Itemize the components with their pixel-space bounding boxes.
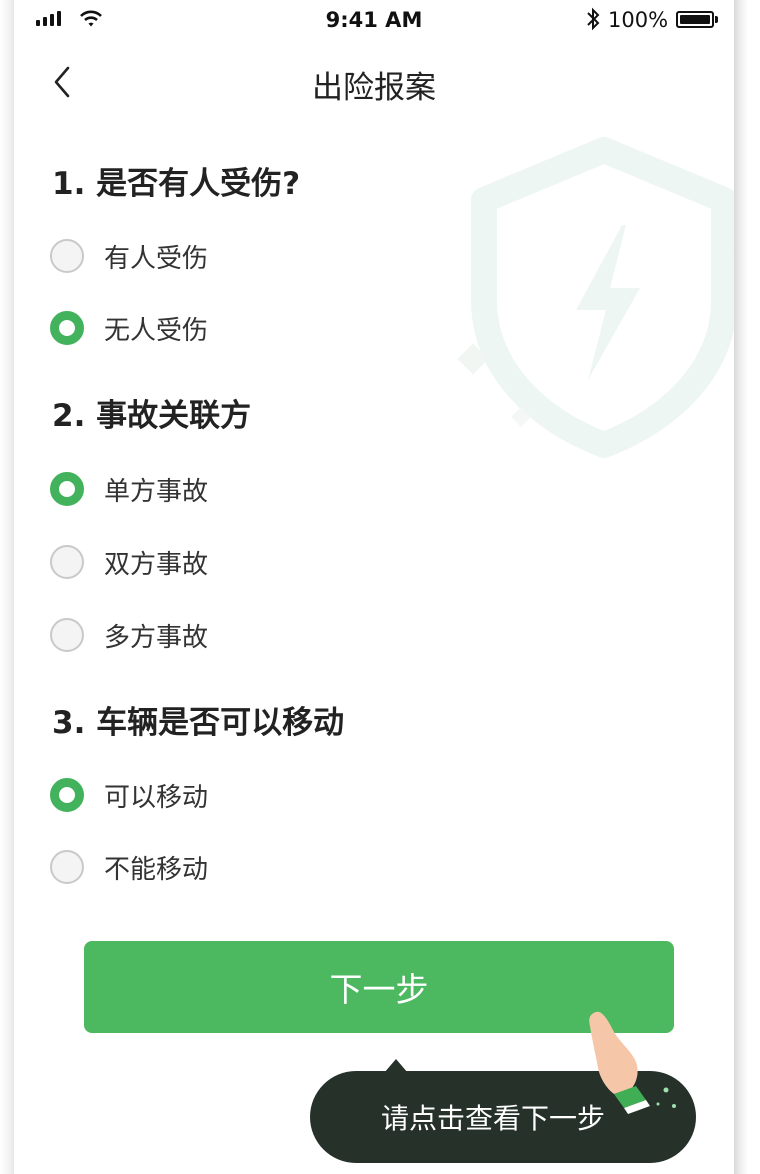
option-movable[interactable]: 可以移动 <box>50 773 208 817</box>
option-label: 不能移动 <box>104 854 209 885</box>
option-no-injury[interactable]: 无人受伤 <box>50 306 208 350</box>
navigation-bar: 出险报案 <box>14 50 734 114</box>
radio-unchecked-icon[interactable] <box>50 239 84 273</box>
option-single-party[interactable]: 单方事故 <box>50 467 208 511</box>
shield-watermark-icon <box>457 137 734 458</box>
pointing-hand-icon <box>589 1011 676 1114</box>
option-label: 多方事故 <box>104 622 209 653</box>
option-label: 无人受伤 <box>104 315 209 346</box>
radio-unchecked-icon[interactable] <box>50 545 84 579</box>
battery-tip <box>715 16 718 23</box>
radio-unchecked-icon[interactable] <box>50 618 84 652</box>
option-label: 有人受伤 <box>104 243 209 274</box>
battery-icon <box>676 11 714 28</box>
option-not-movable[interactable]: 不能移动 <box>50 845 208 889</box>
phone-screen: 9:41 AM 100% 出险报案 1. 是否有人受伤? 有人受伤 无人受伤 2… <box>14 0 734 1174</box>
page-title: 出险报案 <box>312 70 436 106</box>
radio-checked-icon[interactable] <box>50 311 84 345</box>
battery-percent: 100% <box>608 8 669 32</box>
bluetooth-icon <box>587 7 600 31</box>
status-bar: 9:41 AM 100% <box>14 0 734 40</box>
question-2-title: 2. 事故关联方 <box>52 398 252 434</box>
option-label: 双方事故 <box>104 549 209 580</box>
radio-checked-icon[interactable] <box>50 778 84 812</box>
question-1-title: 1. 是否有人受伤? <box>52 166 301 202</box>
option-label: 单方事故 <box>104 476 209 507</box>
radio-checked-icon[interactable] <box>50 472 84 506</box>
option-injured[interactable]: 有人受伤 <box>50 234 208 278</box>
option-multi-party[interactable]: 多方事故 <box>50 613 208 657</box>
question-3-title: 3. 车辆是否可以移动 <box>52 705 345 741</box>
option-two-party[interactable]: 双方事故 <box>50 540 208 584</box>
radio-unchecked-icon[interactable] <box>50 850 84 884</box>
frame-edge-right <box>734 0 760 1174</box>
option-label: 可以移动 <box>104 782 209 813</box>
tooltip-text: 请点击查看下一步 <box>380 1102 605 1135</box>
frame-edge-left <box>0 0 14 1174</box>
